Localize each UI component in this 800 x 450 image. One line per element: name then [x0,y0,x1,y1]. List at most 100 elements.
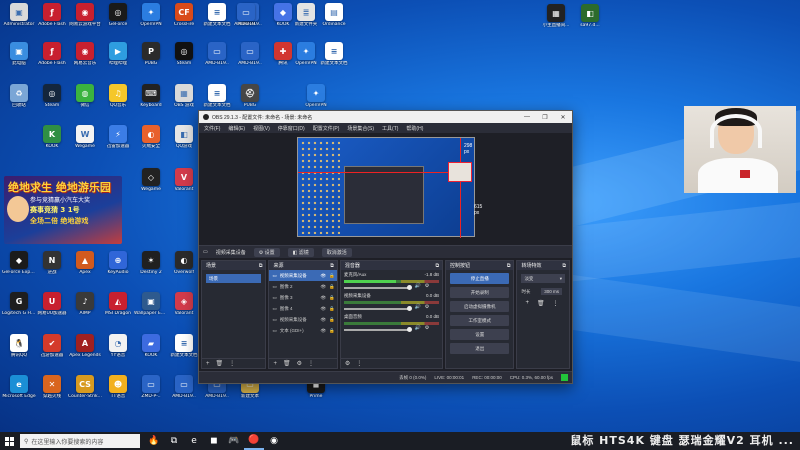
lock-icon[interactable]: 🔒 [329,306,335,312]
lock-icon[interactable]: 🔒 [329,295,335,301]
scene-menu-button[interactable]: ⋮ [229,360,235,367]
desktop-icon[interactable]: ▶ 哔哩哔哩 [102,42,134,74]
remove-source-button[interactable]: 🗑 [283,360,291,367]
menu-profile[interactable]: 配置文件(P) [313,125,340,132]
desktop-icon[interactable]: ▣ 此电脑 [3,42,35,74]
desktop-icon[interactable]: ▣ Administrator [3,3,35,35]
desktop-icon[interactable]: ◎ Steam [36,84,68,116]
source-item[interactable]: ▭ 视频采集设备 👁 🔒 [269,314,336,325]
filters-button[interactable]: ◧ 滤镜 [287,247,314,257]
taskbar-app-icon[interactable]: ◼ [204,432,224,450]
gear-icon[interactable]: ⚙ [425,283,429,289]
desktop-icon[interactable]: ƒ Adobe Flash [36,3,68,35]
transition-type-select[interactable]: 淡变 ▾ [521,274,565,283]
desktop-icon[interactable]: ▭AMD-B19.. [168,375,200,407]
start-button[interactable] [0,432,18,450]
taskbar-app-icon[interactable]: e [184,432,204,450]
taskbar-search[interactable]: ⚲ 在这里输入你要搜索的内容 [20,434,140,448]
source-item[interactable]: ▭ 图像 2 👁 🔒 [269,281,336,292]
scene-item[interactable]: 场景 [206,274,262,283]
speaker-icon[interactable]: 🔊 [414,283,420,289]
desktop-icon[interactable]: ⌨ Keyboard [135,84,167,116]
desktop-icon[interactable]: ≡ 新建文本文档 [318,42,350,74]
desktop-icon[interactable]: G Logitech G HUB [2,292,36,324]
visibility-eye-icon[interactable]: 👁 [321,273,327,279]
menu-edit[interactable]: 编辑(E) [228,125,245,132]
control-button[interactable]: 工作室模式 [450,315,510,326]
undock-icon[interactable]: ⧉ [259,263,263,269]
desktop-icon[interactable]: ▭AMD-B19.. [201,42,233,74]
menu-view[interactable]: 视图(V) [253,125,270,132]
duration-input[interactable]: 300 ms [541,288,562,295]
desktop-icon[interactable]: ✶ Destiny 2 [135,251,167,283]
desktop-icon[interactable]: ◉ 网易云音乐 [69,42,101,74]
menu-docks[interactable]: 停靠窗口(D) [278,125,305,132]
volume-slider[interactable] [343,305,413,311]
desktop-icon[interactable]: ▭AMD-B19.. [230,3,262,35]
gear-icon[interactable]: ⚙ [425,325,429,331]
desktop-icon[interactable]: ▭AMD-B19.. [234,42,266,74]
desktop-icon[interactable]: ƒ Adobe Flash [36,42,68,74]
control-button[interactable]: 开始录制 [450,287,510,298]
taskbar-app-icon[interactable]: 🔥 [144,432,164,450]
desktop-icon[interactable]: ♫ QQ音乐 [102,84,134,116]
desktop-icon[interactable]: P PUBG [135,42,167,74]
menu-file[interactable]: 文件(F) [204,125,220,132]
deactivate-button[interactable]: 取消激活 [321,247,352,257]
source-item[interactable]: ▭ 图像 3 👁 🔒 [269,292,336,303]
transition-menu-button[interactable]: ⋮ [553,300,559,307]
desktop-icon[interactable]: W Wegame [69,125,101,157]
desktop-icon[interactable]: ☻ TT语音 [102,375,134,407]
desktop-icon[interactable]: ◆GeForce Experience [2,251,36,283]
remove-transition-button[interactable]: 🗑 [537,300,545,307]
desktop-icon[interactable]: K KOOK [36,125,68,157]
desktop-icon[interactable]: ◧ QQ游戏 [168,125,200,157]
desktop-icon[interactable]: ◔ YY语音 [102,334,134,366]
lock-icon[interactable]: 🔒 [329,284,335,290]
add-source-button[interactable]: + [273,361,277,367]
desktop-icon[interactable]: ◧ sa97.d... [574,4,606,36]
lock-icon[interactable]: 🔒 [329,273,335,279]
add-scene-button[interactable]: + [206,361,210,367]
minimize-button[interactable]: — [518,114,536,121]
speaker-icon[interactable]: 🔊 [414,304,420,310]
taskbar-app-icon[interactable]: 🔴 [244,432,264,450]
desktop-icon[interactable]: ◎ GeForce [102,3,134,35]
desktop-icon[interactable]: 🐧 腾讯QQ [3,334,35,366]
undock-icon[interactable]: ⧉ [562,263,566,269]
desktop-icon[interactable]: N 逆战 [36,251,68,283]
desktop-icon[interactable]: ⚡ 迅雷加速器 [102,125,134,157]
desktop-icon[interactable]: ✕ 穿越火线 [36,375,68,407]
advanced-audio-button[interactable]: ⚙ [345,360,350,367]
desktop-icon[interactable]: ♻ 回收站 [3,84,35,116]
obs-window[interactable]: OBS 29.1.3 - 配置文件: 未命名 - 场景: 未命名 — ❐ ✕ 文… [198,110,573,384]
gear-icon[interactable]: ⚙ [425,304,429,310]
source-item[interactable]: ▭ 文本 (GDI+) 👁 🔒 [269,325,336,336]
source-settings-button[interactable]: ⚙ [297,360,302,367]
promo-banner[interactable]: 绝地求生 绝地游乐园 参与竞猜赢小汽车大奖 赛事竞猜 3 1号 全场二倍 绝地游… [4,176,122,244]
source-item[interactable]: ▭ 视频采集设备 👁 🔒 [269,270,337,281]
desktop-icon[interactable]: ▦ OBS 游戏 [168,84,200,116]
desktop-icon[interactable]: A Apex Legends [69,334,101,366]
lock-icon[interactable]: 🔒 [329,328,335,334]
add-transition-button[interactable]: + [525,300,529,307]
speaker-icon[interactable]: 🔊 [414,325,420,331]
menu-help[interactable]: 帮助(H) [406,125,423,132]
desktop-icon[interactable]: U 网易UU加速器 [36,292,68,324]
desktop-icon[interactable]: ✔ 迅游加速器 [36,334,68,366]
desktop-icon[interactable]: ▦ 小主直播间... [540,4,572,36]
desktop-icon[interactable]: ▲ Apex [69,251,101,283]
desktop-icon[interactable]: CS Counter-Strike 2 [68,375,102,407]
desktop-icon[interactable]: ▭ ZMD-P-.. [135,375,167,407]
desktop-icon[interactable]: ▰ KOOK [135,334,167,366]
desktop-icon[interactable]: ✦ OpenVPN [135,3,167,35]
taskbar-app-icon[interactable]: ⧉ [164,432,184,450]
visibility-eye-icon[interactable]: 👁 [321,317,327,323]
remove-scene-button[interactable]: 🗑 [216,360,224,367]
visibility-eye-icon[interactable]: 👁 [321,295,327,301]
properties-button[interactable]: ⚙ 设置 [253,247,280,257]
taskbar-app-icon[interactable]: 🎮 [224,432,244,450]
visibility-eye-icon[interactable]: 👁 [321,306,327,312]
close-button[interactable]: ✕ [554,114,572,121]
desktop-icon[interactable]: ▤ Ordinance [318,3,350,35]
